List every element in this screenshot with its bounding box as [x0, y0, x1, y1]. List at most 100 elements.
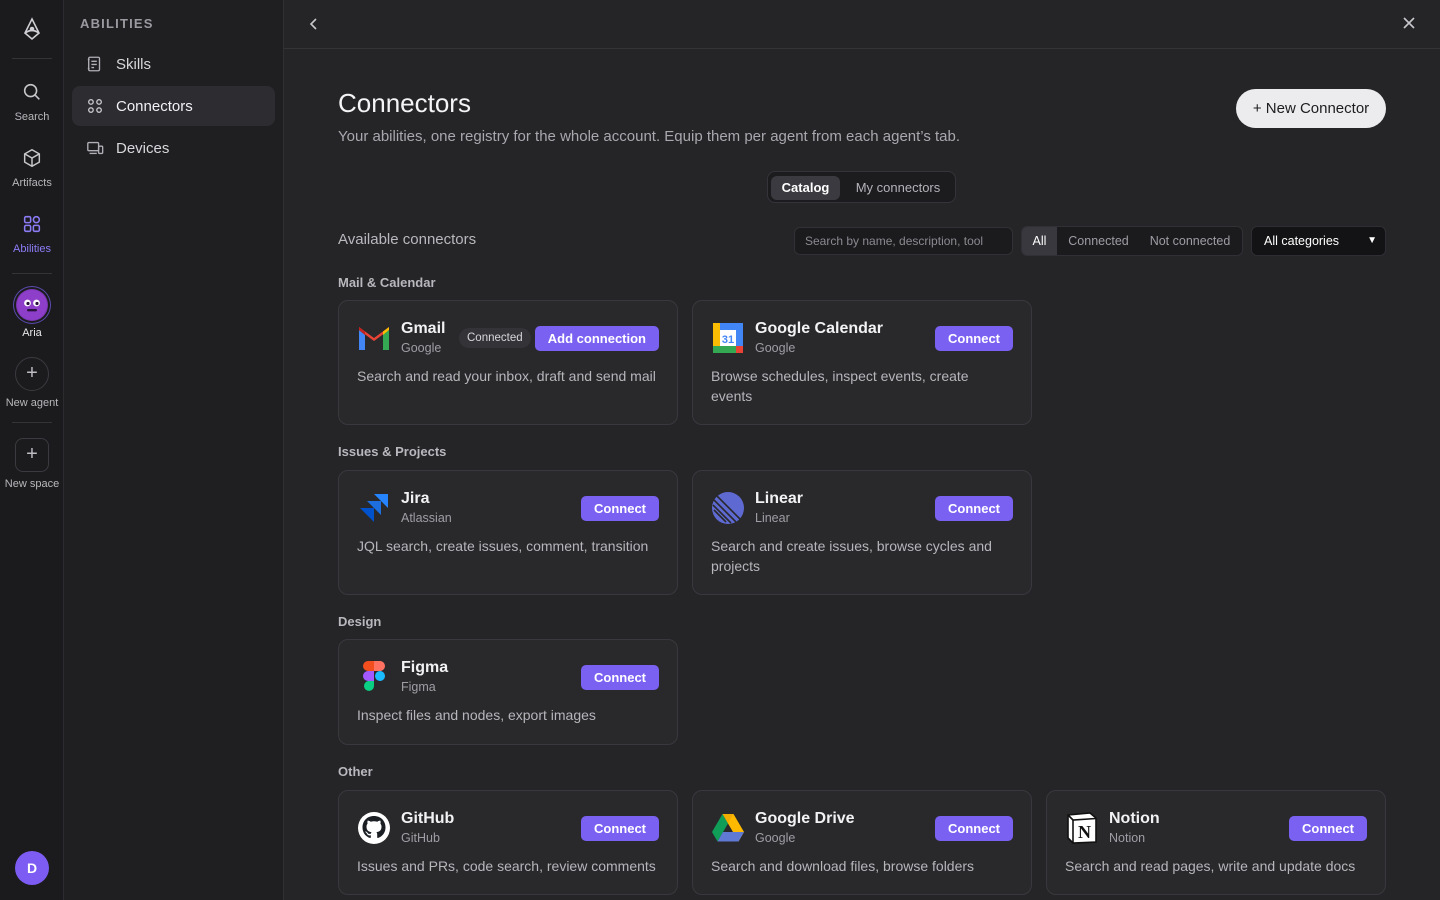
connector-card-google-drive: Google Drive Google Connect Search and d…: [692, 790, 1032, 895]
connector-name: Gmail: [401, 320, 446, 337]
connector-card-google-calendar: 31 Google Calendar Google Connect Browse…: [692, 300, 1032, 425]
connect-button[interactable]: Connect: [581, 665, 659, 690]
rail-artifacts[interactable]: Artifacts: [0, 147, 64, 189]
rail-artifacts-label: Artifacts: [12, 177, 52, 189]
connector-vendor: Atlassian: [401, 511, 452, 525]
connector-description: JQL search, create issues, comment, tran…: [357, 538, 649, 554]
connect-button[interactable]: Connect: [1289, 816, 1367, 841]
connector-vendor: GitHub: [401, 831, 440, 845]
connector-description: Search and read your inbox, draft and se…: [357, 368, 656, 384]
rail-new-space[interactable]: + New space: [0, 438, 64, 490]
google-drive-icon: [712, 814, 744, 842]
new-connector-button[interactable]: + New Connector: [1236, 89, 1386, 128]
skills-icon: [87, 56, 101, 72]
connector-vendor: Google: [755, 831, 796, 845]
connector-card-linear: Linear Linear Connect Search and create …: [692, 470, 1032, 595]
connector-description: Inspect files and nodes, export images: [357, 707, 596, 723]
connector-name: Google Drive: [755, 810, 855, 827]
rail-new-space-label: New space: [4, 478, 60, 490]
section-heading: Other: [338, 764, 373, 779]
linear-icon: [712, 492, 744, 524]
sidebar-heading: ABILITIES: [80, 16, 154, 31]
rail-divider: [12, 58, 52, 59]
sidebar-item-label: Devices: [116, 139, 170, 157]
svg-text:N: N: [1078, 822, 1091, 842]
rail-new-agent[interactable]: + New agent: [0, 357, 64, 409]
abilities-sidebar: ABILITIES Skills Connectors Devices: [64, 0, 284, 900]
connector-vendor: Linear: [755, 511, 790, 525]
connector-description: Search and create issues, browse cycles …: [711, 538, 992, 574]
notion-icon: N: [1067, 812, 1097, 844]
rail-new-agent-label: New agent: [5, 397, 59, 409]
section-heading: Issues & Projects: [338, 444, 447, 459]
connector-card-notion: N Notion Notion Connect Search and read …: [1046, 790, 1386, 895]
chevron-left-icon[interactable]: [306, 13, 322, 35]
plus-icon: +: [15, 357, 49, 391]
rail-abilities[interactable]: Abilities: [0, 213, 64, 255]
app-rail: Search Artifacts Abilities Aria + New ag…: [0, 0, 64, 900]
connector-name: Google Calendar: [755, 320, 884, 337]
category-select[interactable]: All categories ▼: [1251, 226, 1386, 256]
connect-button[interactable]: Connect: [581, 496, 659, 521]
sidebar-item-label: Connectors: [116, 97, 193, 115]
rail-search-label: Search: [14, 111, 50, 123]
google-calendar-icon: 31: [713, 323, 743, 353]
rail-agent-label: Aria: [22, 327, 42, 339]
svg-text:31: 31: [722, 334, 734, 346]
connector-description: Search and download files, browse folder…: [711, 858, 975, 874]
connector-vendor: Google: [401, 341, 442, 355]
connector-card-jira: Jira Atlassian Connect JQL search, creat…: [338, 470, 678, 595]
page-title: Connectors: [338, 88, 471, 118]
connector-card-figma: Figma Figma Connect Inspect files and no…: [338, 639, 678, 745]
close-icon[interactable]: [1400, 12, 1418, 34]
top-bar: [284, 0, 1440, 49]
connector-name: Linear: [755, 490, 804, 507]
connector-card-gmail: Gmail Google Connected Add connection Se…: [338, 300, 678, 425]
filter-not-connected[interactable]: Not connected: [1140, 227, 1240, 255]
tab-my-connectors[interactable]: My connectors: [844, 176, 952, 200]
sidebar-item-connectors[interactable]: Connectors: [72, 86, 275, 126]
connector-vendor: Google: [755, 341, 796, 355]
chevron-down-icon: ▼: [1367, 235, 1377, 246]
filter-connected[interactable]: Connected: [1061, 227, 1136, 255]
page-subtitle: Your abilities, one registry for the who…: [338, 128, 961, 145]
connect-button[interactable]: Connect: [581, 816, 659, 841]
user-avatar[interactable]: D: [15, 851, 49, 885]
view-tabs: Catalog My connectors: [767, 171, 956, 203]
github-icon: [358, 812, 390, 844]
connector-vendor: Notion: [1109, 831, 1146, 845]
rail-search[interactable]: Search: [0, 81, 64, 123]
connect-button[interactable]: Connect: [935, 816, 1013, 841]
plus-icon: +: [15, 438, 49, 472]
agent-avatar: [16, 289, 48, 321]
search-input[interactable]: [794, 227, 1013, 255]
filter-all[interactable]: All: [1022, 227, 1057, 255]
rail-abilities-label: Abilities: [13, 243, 51, 255]
status-filter: All Connected Not connected: [1021, 226, 1243, 256]
connector-name: GitHub: [401, 810, 455, 827]
agent-face-icon: [17, 290, 47, 320]
app-logo-icon[interactable]: [20, 17, 44, 41]
connector-description: Issues and PRs, code search, review comm…: [357, 858, 656, 874]
category-select-value: All categories: [1264, 234, 1340, 248]
sidebar-item-devices[interactable]: Devices: [72, 128, 275, 168]
available-connectors-label: Available connectors: [338, 231, 477, 248]
connect-button[interactable]: Connect: [935, 326, 1013, 351]
sidebar-item-label: Skills: [116, 55, 152, 73]
add-connection-button[interactable]: Add connection: [534, 326, 659, 351]
sidebar-item-skills[interactable]: Skills: [72, 44, 275, 84]
connector-vendor: Figma: [401, 680, 436, 694]
section-heading: Design: [338, 614, 382, 629]
devices-icon: [87, 141, 104, 155]
connector-card-github: GitHub GitHub Connect Issues and PRs, co…: [338, 790, 678, 895]
jira-icon: [360, 494, 388, 522]
connector-name: Figma: [401, 659, 449, 676]
rail-divider: [12, 422, 52, 423]
connector-description: Browse schedules, inspect events, create…: [711, 368, 969, 404]
cube-icon: [23, 148, 41, 168]
rail-agent-aria[interactable]: Aria: [0, 289, 64, 339]
tab-catalog[interactable]: Catalog: [771, 176, 840, 200]
gmail-icon: [359, 327, 389, 350]
connect-button[interactable]: Connect: [935, 496, 1013, 521]
rail-divider: [12, 273, 52, 274]
